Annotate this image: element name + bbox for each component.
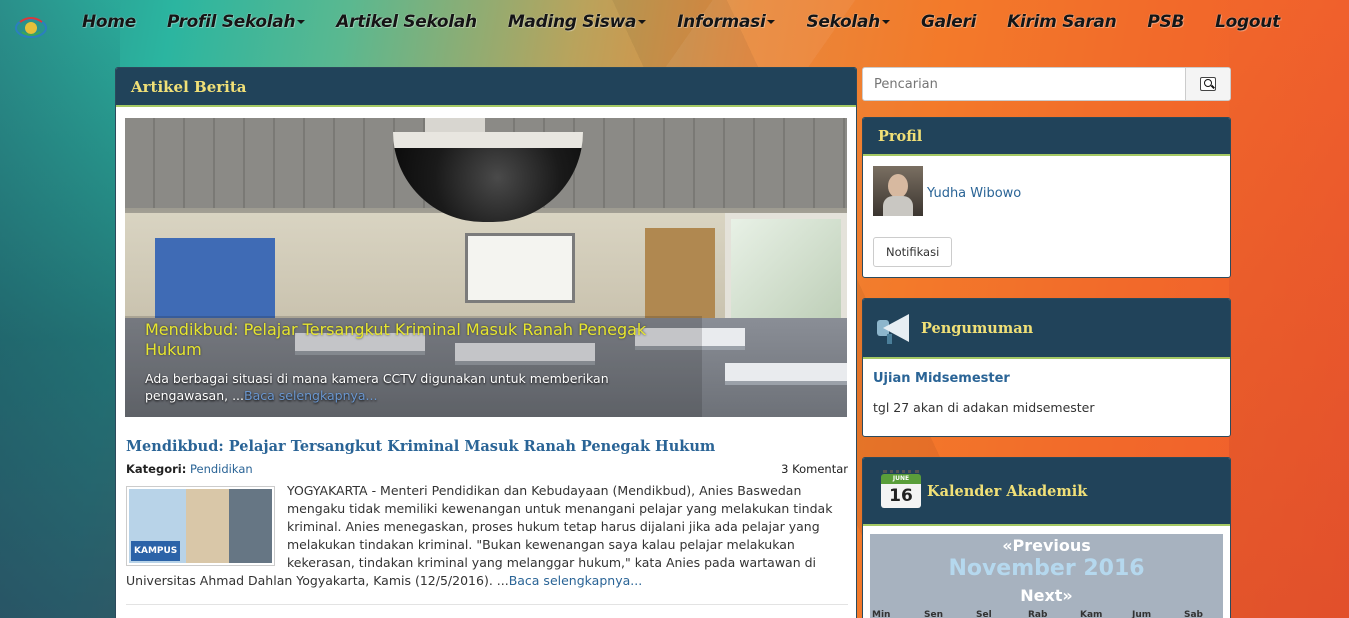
nav-item-label: PSB [1147, 12, 1185, 32]
notification-button[interactable]: Notifikasi [873, 237, 953, 267]
chevron-down-icon [881, 20, 890, 24]
nav-item-label: Informasi [677, 12, 766, 32]
search-icon [1200, 77, 1216, 91]
profile-panel-title: Profil [863, 118, 1230, 156]
calendar-prev-link[interactable]: «Previous [870, 536, 1223, 555]
chevron-down-icon [767, 20, 776, 24]
background-shade-left [0, 0, 120, 618]
school-logo-icon[interactable] [14, 12, 48, 40]
search-box [862, 67, 1231, 101]
calendar-weekday: Rab [1028, 610, 1048, 618]
calendar-icon: JUNE 16 [879, 470, 923, 512]
megaphone-icon [875, 308, 919, 348]
announcement-item-title[interactable]: Ujian Midsemester [873, 371, 1010, 386]
nav-menu: Home Profil Sekolah Artikel Sekolah Mading … [82, 12, 1311, 32]
avatar[interactable] [873, 166, 923, 216]
article-panel-title: Artikel Berita [116, 68, 856, 107]
nav-item-artikel-sekolah[interactable]: Artikel Sekolah [336, 12, 477, 32]
slider-image-corkboard [155, 238, 275, 328]
nav-item-home[interactable]: Home [82, 12, 136, 32]
nav-item-label: Sekolah [806, 12, 880, 32]
nav-item-label: Logout [1215, 12, 1280, 32]
article-meta: Kategori: Pendidikan 3 Komentar [126, 462, 848, 476]
nav-item-galeri[interactable]: Galeri [920, 12, 977, 32]
avatar-face [888, 174, 908, 198]
slider-image-whiteboard [465, 233, 575, 303]
nav-item-label: Artikel Sekolah [336, 12, 477, 32]
chevron-down-icon [297, 20, 306, 24]
slider-title[interactable]: Mendikbud: Pelajar Tersangkut Kriminal M… [145, 320, 682, 360]
calendar-next-link[interactable]: Next» [870, 586, 1223, 605]
chevron-down-icon [638, 20, 647, 24]
nav-item-profil-sekolah[interactable]: Profil Sekolah [166, 12, 306, 32]
featured-slider[interactable]: Mendikbud: Pelajar Tersangkut Kriminal M… [125, 118, 847, 417]
slider-text: Ada berbagai situasi di mana kamera CCTV… [145, 370, 682, 404]
avatar-body [883, 196, 913, 216]
calendar-weekday: Min [872, 610, 891, 618]
calendar-weekdays: Min Sen Sel Rab Kam Jum Sab [872, 610, 1230, 618]
thumbnail-label: KAMPUS [131, 541, 181, 561]
article-category: Kategori: Pendidikan [126, 462, 253, 476]
calendar-weekday: Sen [924, 610, 943, 618]
calendar-month-label: November 2016 [948, 556, 1145, 581]
article-divider [126, 604, 848, 605]
article-read-more-link[interactable]: Baca selengkapnya... [509, 573, 642, 588]
calendar-panel-header: JUNE 16 Kalender Akademik [863, 458, 1230, 526]
nav-item-sekolah[interactable]: Sekolah [806, 12, 890, 32]
nav-item-label: Home [82, 12, 136, 32]
slider-image-desk [725, 363, 847, 385]
profile-panel: Profil Yudha Wibowo Notifikasi [862, 117, 1231, 278]
article-body: KAMPUS YOGYAKARTA - Menteri Pendidikan d… [126, 482, 848, 590]
nav-item-label: Mading Siswa [507, 12, 637, 32]
slider-image-cabinet [645, 228, 715, 318]
article-item: Mendikbud: Pelajar Tersangkut Kriminal M… [126, 438, 848, 590]
comment-count[interactable]: 3 Komentar [781, 462, 848, 476]
slider-caption: Mendikbud: Pelajar Tersangkut Kriminal M… [125, 316, 702, 417]
nav-item-informasi[interactable]: Informasi [677, 12, 776, 32]
calendar-weekday: Sab [1184, 610, 1203, 618]
profile-name-link[interactable]: Yudha Wibowo [927, 186, 1021, 201]
nav-item-logout[interactable]: Logout [1215, 12, 1280, 32]
calendar-icon-day: 16 [881, 484, 921, 508]
article-news-panel: Artikel Berita Mendikbud: Pelajar Tersan… [115, 67, 857, 618]
nav-item-label: Kirim Saran [1007, 12, 1117, 32]
academic-calendar-panel: JUNE 16 Kalender Akademik «Previous Nove… [862, 457, 1231, 618]
search-input[interactable] [863, 68, 1186, 100]
nav-item-label: Galeri [920, 12, 977, 32]
article-title-link[interactable]: Mendikbud: Pelajar Tersangkut Kriminal M… [126, 438, 848, 455]
announcement-panel-header: Pengumuman [863, 299, 1230, 359]
category-link[interactable]: Pendidikan [190, 462, 253, 476]
calendar-panel-title: Kalender Akademik [927, 482, 1088, 500]
nav-item-kirim-saran[interactable]: Kirim Saran [1007, 12, 1117, 32]
nav-item-mading-siswa[interactable]: Mading Siswa [507, 12, 647, 32]
calendar-weekday: Sel [976, 610, 992, 618]
announcement-panel: Pengumuman Ujian Midsemester tgl 27 akan… [862, 298, 1231, 437]
thumbnail-image: KAMPUS [129, 489, 272, 563]
cctv-camera-image [393, 132, 583, 222]
search-button[interactable] [1185, 68, 1230, 100]
background-shade-right [1229, 0, 1349, 618]
slider-read-more-link[interactable]: Baca selengkapnya... [244, 388, 377, 403]
calendar-widget: «Previous November 2016 Next» Min Sen Sel R… [870, 534, 1223, 618]
calendar-icon-month: JUNE [881, 474, 921, 484]
article-thumbnail[interactable]: KAMPUS [126, 486, 275, 566]
nav-item-psb[interactable]: PSB [1147, 12, 1184, 32]
category-label: Kategori: [126, 462, 187, 476]
top-navbar: Home Profil Sekolah Artikel Sekolah Mading … [0, 0, 1349, 52]
announcement-panel-title: Pengumuman [921, 319, 1034, 337]
calendar-weekday: Kam [1080, 610, 1103, 618]
nav-item-label: Profil Sekolah [166, 12, 296, 32]
announcement-item-text: tgl 27 akan di adakan midsemester [873, 400, 1095, 415]
calendar-weekday: Jum [1132, 610, 1152, 618]
